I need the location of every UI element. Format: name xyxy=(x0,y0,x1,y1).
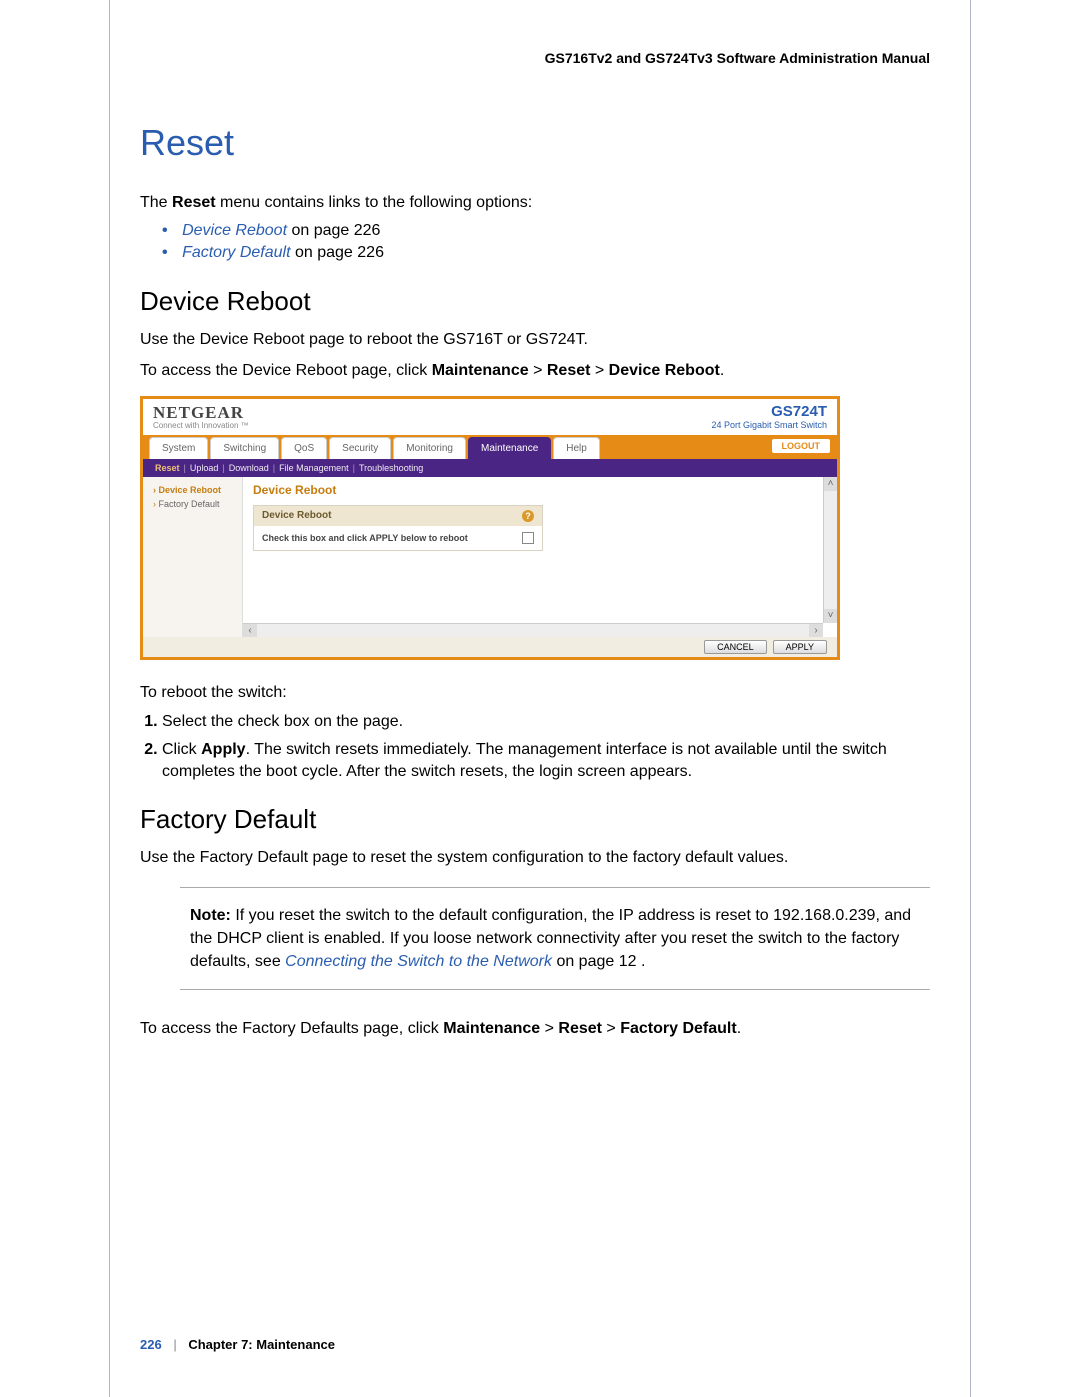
subnav-download[interactable]: Download xyxy=(229,463,269,473)
brand-block: NETGEAR Connect with Innovation ™ xyxy=(153,403,249,430)
h1-reset: Reset xyxy=(140,122,930,164)
content-area: Reset The Reset menu contains links to t… xyxy=(140,122,930,1048)
subnav-upload[interactable]: Upload xyxy=(190,463,219,473)
vertical-scrollbar[interactable]: ˄ ˅ xyxy=(823,477,837,623)
doc-page: GS716Tv2 and GS724Tv3 Software Administr… xyxy=(109,0,971,1397)
main-tabs: System Switching QoS Security Monitoring… xyxy=(143,435,837,459)
link-connecting-switch[interactable]: Connecting the Switch to the Network xyxy=(285,953,552,970)
link-device-reboot[interactable]: Device Reboot xyxy=(182,222,287,239)
logout-button[interactable]: LOGOUT xyxy=(771,438,832,454)
box-title: Device Reboot xyxy=(262,510,331,521)
device-reboot-path: To access the Device Reboot page, click … xyxy=(140,360,930,382)
side-factory-default[interactable]: Factory Default xyxy=(149,497,236,511)
list-item: Factory Default on page 226 xyxy=(162,244,930,262)
scroll-up-icon[interactable]: ˄ xyxy=(824,477,837,491)
subnav-file-management[interactable]: File Management xyxy=(279,463,349,473)
cancel-button[interactable]: CANCEL xyxy=(704,640,767,654)
main-panel: Device Reboot Device Reboot ? Check this… xyxy=(243,477,837,637)
intro-text: The Reset menu contains links to the fol… xyxy=(140,192,930,214)
screenshot-footer: CANCEL APPLY xyxy=(143,637,837,657)
tab-maintenance[interactable]: Maintenance xyxy=(468,437,551,459)
subnav-troubleshooting[interactable]: Troubleshooting xyxy=(359,463,423,473)
device-reboot-box: Device Reboot ? Check this box and click… xyxy=(253,505,543,551)
box-body: Check this box and click APPLY below to … xyxy=(254,526,542,550)
box-text: Check this box and click APPLY below to … xyxy=(262,533,468,543)
chapter-label: Chapter 7: Maintenance xyxy=(188,1337,335,1352)
manual-title: GS716Tv2 and GS724Tv3 Software Administr… xyxy=(545,50,930,66)
h2-device-reboot: Device Reboot xyxy=(140,286,930,317)
scroll-down-icon[interactable]: ˅ xyxy=(824,609,837,623)
scroll-left-icon[interactable]: ‹ xyxy=(243,624,257,637)
link-suffix: on page 226 xyxy=(287,222,380,239)
reboot-checkbox[interactable] xyxy=(522,532,534,544)
reboot-steps: Select the check box on the page. Click … xyxy=(162,711,930,782)
copyright-text: Copyright © 1996-2010 Netgear ® xyxy=(143,657,837,660)
reboot-instructions: To reboot the switch: xyxy=(140,682,930,704)
netgear-tagline: Connect with Innovation ™ xyxy=(153,421,249,430)
note-box: Note: If you reset the switch to the def… xyxy=(180,887,930,991)
tab-system[interactable]: System xyxy=(149,437,208,459)
model-block: GS724T 24 Port Gigabit Smart Switch xyxy=(711,403,827,430)
page-footer: 226 | Chapter 7: Maintenance xyxy=(140,1337,335,1352)
factory-default-desc: Use the Factory Default page to reset th… xyxy=(140,847,930,869)
sub-nav: Reset| Upload| Download| File Management… xyxy=(143,459,837,477)
help-icon[interactable]: ? xyxy=(522,510,534,522)
reset-link-list: Device Reboot on page 226 Factory Defaul… xyxy=(162,222,930,262)
model-name: GS724T xyxy=(711,403,827,420)
side-device-reboot[interactable]: Device Reboot xyxy=(149,483,236,497)
horizontal-scrollbar[interactable]: ‹ › xyxy=(243,623,823,637)
screenshot-device-reboot: NETGEAR Connect with Innovation ™ GS724T… xyxy=(140,396,930,670)
link-suffix: on page 226 xyxy=(291,244,384,261)
side-menu: Device Reboot Factory Default xyxy=(143,477,243,637)
box-header: Device Reboot ? xyxy=(254,506,542,526)
tab-switching[interactable]: Switching xyxy=(210,437,279,459)
subnav-reset[interactable]: Reset xyxy=(155,463,180,473)
tab-qos[interactable]: QoS xyxy=(281,437,327,459)
factory-default-path: To access the Factory Defaults page, cli… xyxy=(140,1018,930,1040)
tab-security[interactable]: Security xyxy=(329,437,391,459)
list-item: Device Reboot on page 226 xyxy=(162,222,930,240)
h2-factory-default: Factory Default xyxy=(140,804,930,835)
model-sub: 24 Port Gigabit Smart Switch xyxy=(711,420,827,430)
step-1: Select the check box on the page. xyxy=(162,711,930,733)
note-label: Note: xyxy=(190,907,231,924)
screenshot-frame: NETGEAR Connect with Innovation ™ GS724T… xyxy=(140,396,840,660)
page-number: 226 xyxy=(140,1337,162,1352)
scroll-right-icon[interactable]: › xyxy=(809,624,823,637)
apply-button[interactable]: APPLY xyxy=(773,640,827,654)
note-suffix: on page 12 . xyxy=(556,953,645,970)
panel-title: Device Reboot xyxy=(253,483,827,497)
device-reboot-desc: Use the Device Reboot page to reboot the… xyxy=(140,329,930,351)
screenshot-header: NETGEAR Connect with Innovation ™ GS724T… xyxy=(143,399,837,435)
link-factory-default[interactable]: Factory Default xyxy=(182,244,290,261)
screenshot-body: Device Reboot Factory Default Device Reb… xyxy=(143,477,837,637)
tab-help[interactable]: Help xyxy=(553,437,600,459)
tab-monitoring[interactable]: Monitoring xyxy=(393,437,466,459)
netgear-logo: NETGEAR xyxy=(153,403,244,422)
step-2: Click Apply. The switch resets immediate… xyxy=(162,739,930,782)
footer-divider: | xyxy=(173,1337,176,1352)
